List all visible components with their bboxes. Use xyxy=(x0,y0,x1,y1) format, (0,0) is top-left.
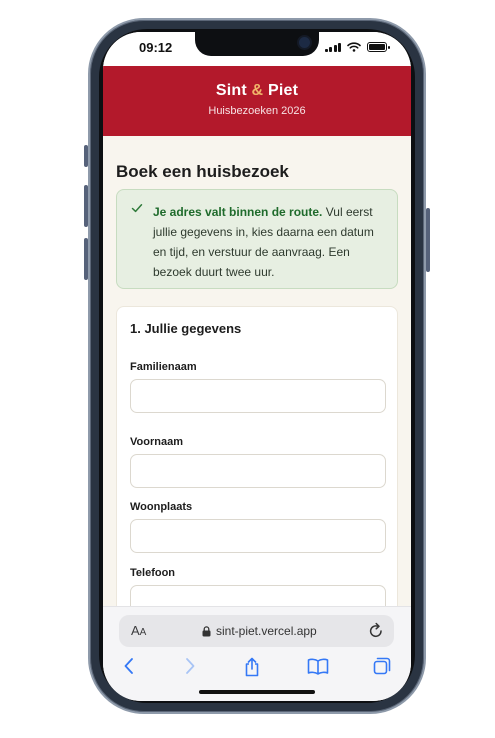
telefoon-label: Telefoon xyxy=(130,567,176,579)
telefoon-input[interactable] xyxy=(130,585,386,606)
brand-name-second: Piet xyxy=(263,82,299,99)
familienaam-input[interactable] xyxy=(130,379,386,413)
success-alert: Je adres valt binnen de route. Vul eerst… xyxy=(116,189,398,289)
phone-silent-switch xyxy=(84,145,88,167)
status-icons xyxy=(324,42,390,52)
reload-icon[interactable] xyxy=(368,622,384,639)
check-icon xyxy=(131,204,143,213)
tabs-icon[interactable] xyxy=(373,657,391,675)
form-heading: 1. Jullie gegevens xyxy=(130,321,242,336)
guest-details-form: 1. Jullie gegevens Familienaam Voornaam … xyxy=(116,306,398,606)
page-title: Boek een huisbezoek xyxy=(116,162,289,181)
back-icon[interactable] xyxy=(122,657,136,675)
phone-volume-down xyxy=(84,238,88,280)
battery-icon xyxy=(367,42,390,52)
status-time: 09:12 xyxy=(139,40,173,55)
phone-power-button xyxy=(426,208,430,272)
browser-toolbar xyxy=(103,657,411,679)
alert-text: Je adres valt binnen de route. Vul eerst… xyxy=(153,202,387,282)
voornaam-input[interactable] xyxy=(130,454,386,488)
notch xyxy=(195,32,319,56)
site-header: Sint & Piet Huisbezoeken 2026 xyxy=(103,66,411,136)
bookmarks-icon[interactable] xyxy=(307,657,329,675)
voornaam-label: Voornaam xyxy=(130,436,183,448)
phone-volume-up xyxy=(84,185,88,227)
home-indicator[interactable] xyxy=(199,690,315,694)
familienaam-label: Familienaam xyxy=(130,361,197,373)
aa-large-letter: A xyxy=(131,623,140,638)
address-bar[interactable]: AA sint-piet.vercel.app xyxy=(119,615,394,647)
aa-small-letter: A xyxy=(139,627,147,638)
page-content: Boek een huisbezoek Je adres valt binnen… xyxy=(103,136,411,606)
share-icon[interactable] xyxy=(243,657,261,677)
signal-icon xyxy=(324,42,341,52)
wifi-icon xyxy=(347,42,361,52)
url-text: sint-piet.vercel.app xyxy=(216,624,317,638)
phone-screen: 09:12 Sint & Piet Huisbezoeken 2026 Boek… xyxy=(103,32,411,701)
site-brand[interactable]: Sint & Piet xyxy=(103,82,411,100)
browser-bar: AA sint-piet.vercel.app xyxy=(103,606,411,701)
site-tagline: Huisbezoeken 2026 xyxy=(208,105,306,117)
url-display[interactable]: sint-piet.vercel.app xyxy=(202,624,317,638)
woonplaats-label: Woonplaats xyxy=(130,501,193,513)
brand-ampersand: & xyxy=(251,82,264,99)
brand-name-first: Sint xyxy=(215,82,252,99)
status-bar: 09:12 xyxy=(103,32,411,66)
woonplaats-input[interactable] xyxy=(130,519,386,553)
camera-icon xyxy=(299,37,310,48)
text-size-button[interactable]: AA xyxy=(131,623,146,638)
lock-icon xyxy=(202,625,211,636)
forward-icon[interactable] xyxy=(183,657,197,675)
alert-bold-text: Je adres valt binnen de route. xyxy=(153,205,323,219)
